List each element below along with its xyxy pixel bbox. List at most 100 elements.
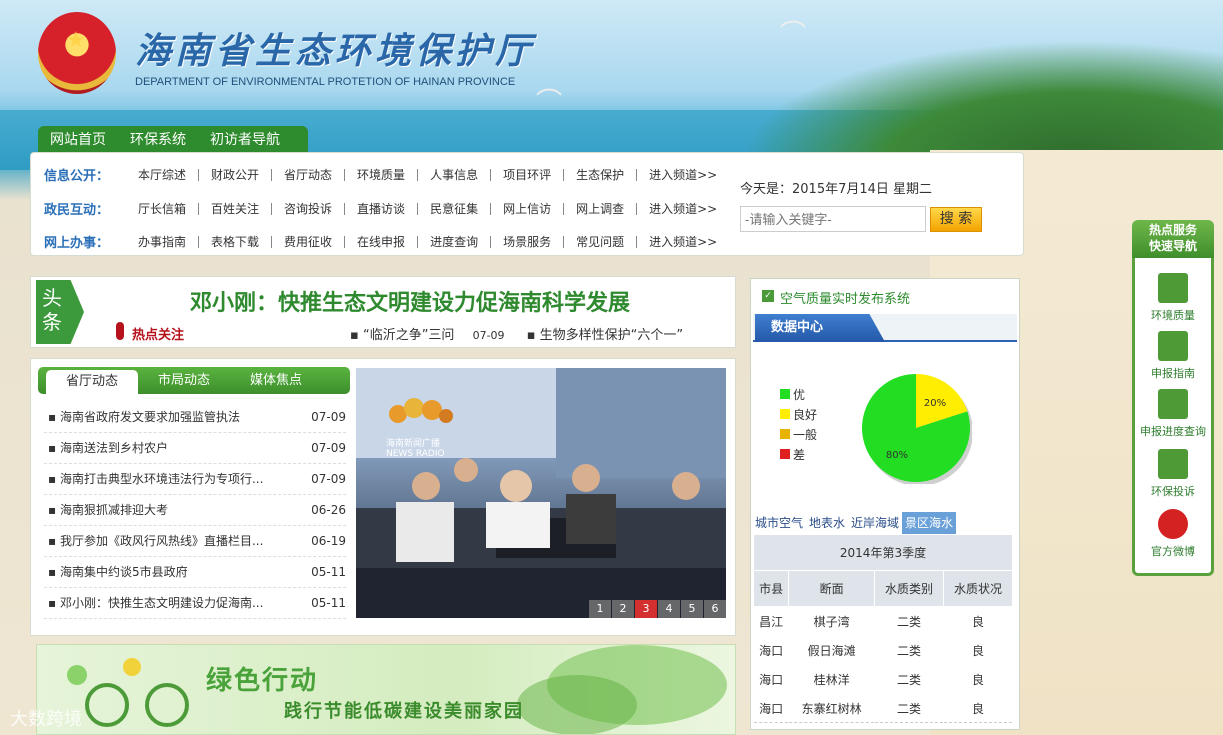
- news-title[interactable]: 邓小刚：快推生态文明建设力促海南...: [60, 596, 263, 610]
- page-6-button[interactable]: 6: [704, 600, 726, 618]
- page-5-button[interactable]: 5: [681, 600, 703, 618]
- nav-link[interactable]: 生态保护: [564, 168, 638, 181]
- legend-label: 优: [793, 387, 806, 402]
- nav-link[interactable]: 表格下载: [199, 235, 273, 248]
- water-tab[interactable]: 地表水: [806, 512, 848, 534]
- legend-item: 良好: [780, 404, 824, 424]
- nav-link[interactable]: 网上信访: [491, 202, 565, 215]
- air-quality-title[interactable]: 空气质量实时发布系统: [780, 288, 910, 307]
- nav-link[interactable]: 办事指南: [126, 235, 200, 248]
- nav-link[interactable]: 厅长信箱: [126, 202, 200, 215]
- service-item[interactable]: 申报指南: [1135, 331, 1211, 381]
- nav-row: 信息公开： 本厅综述 财政公开 省厅动态 环境质量 人事信息 项目环评 生态保护 进入频道>>: [44, 165, 729, 184]
- nav-link[interactable]: 环境质量: [345, 168, 419, 181]
- news-title[interactable]: 海南打击典型水环境违法行为专项行...: [60, 472, 263, 486]
- page-2-button[interactable]: 2: [612, 600, 634, 618]
- search-button[interactable]: 搜 索: [930, 207, 982, 232]
- service-label: 申报进度查询: [1140, 425, 1206, 438]
- service-item[interactable]: 申报进度查询: [1135, 389, 1211, 439]
- service-item[interactable]: 环境质量: [1135, 273, 1211, 323]
- news-item[interactable]: ▪ 海南打击典型水环境违法行为专项行... 07-09: [44, 464, 346, 495]
- table-cell: 东寨红树林: [788, 693, 876, 723]
- legend-label: 差: [793, 447, 806, 462]
- nav-link[interactable]: 进入频道>>: [637, 203, 729, 215]
- watermark-text: 大数跨境: [10, 709, 82, 730]
- service-label: 申报指南: [1151, 367, 1195, 380]
- nav-link[interactable]: 项目环评: [491, 168, 565, 181]
- hot-ticker: ▪ “临沂之争”三问 07-09 ▪ 生物多样性保护“六个一”: [350, 324, 710, 342]
- water-tab[interactable]: 城市空气: [752, 512, 806, 534]
- nav-link[interactable]: 进入频道>>: [637, 169, 729, 181]
- table-row: 海口 东寨红树林 二类良: [752, 693, 1013, 723]
- news-title[interactable]: 海南省政府发文要求加强监管执法: [60, 410, 240, 424]
- table-cell: 二类: [874, 635, 944, 665]
- nav-link[interactable]: 在线申报: [345, 235, 419, 248]
- news-tab-media[interactable]: 媒体焦点: [230, 367, 322, 394]
- nav-link[interactable]: 进度查询: [418, 235, 492, 248]
- nav-link[interactable]: 本厅综述: [126, 168, 200, 181]
- service-item[interactable]: 官方微博: [1135, 509, 1211, 559]
- column-header: 水质类别: [874, 570, 944, 607]
- today-date: 今天是：2015年7月14日 星期二: [740, 182, 933, 197]
- table-row: 昌江 棋子湾 二类良: [752, 606, 1013, 636]
- site-title: 海南省生态环境保护厅: [135, 30, 536, 72]
- page-3-button[interactable]: 3: [635, 600, 657, 618]
- table-cell: 海口: [752, 693, 790, 723]
- news-title[interactable]: 海南狠抓减排迎大考: [60, 503, 168, 517]
- nav-link[interactable]: 直播访谈: [345, 202, 419, 215]
- headline-title[interactable]: 邓小刚：快推生态文明建设力促海南科学发展: [110, 285, 710, 317]
- column-header: 水质状况: [943, 570, 1013, 607]
- nav-link[interactable]: 场景服务: [491, 235, 565, 248]
- table-cell: 良: [943, 635, 1013, 665]
- pie-legend: 优良好 一般差: [780, 384, 824, 470]
- tab-visitor-guide[interactable]: 初访者导航: [198, 126, 292, 154]
- nav-link[interactable]: 咨询投诉: [272, 202, 346, 215]
- news-item[interactable]: ▪ 邓小刚：快推生态文明建设力促海南... 05-11: [44, 588, 346, 619]
- pie-value-label: 20%: [924, 398, 946, 409]
- legend-label: 一般: [793, 427, 818, 442]
- nav-link[interactable]: 进入频道>>: [637, 236, 729, 248]
- nav-link[interactable]: 费用征收: [272, 235, 346, 248]
- ticker-item[interactable]: 生物多样性保护“六个一”: [540, 328, 683, 342]
- search-input[interactable]: [740, 206, 926, 232]
- photo-caption: 海南新闻广播 NEWS RADIO: [386, 439, 445, 459]
- news-tabs: 省厅动态 市局动态 媒体焦点: [38, 367, 350, 394]
- table-cell: 假日海滩: [788, 635, 876, 665]
- nav-link[interactable]: 网上调查: [564, 202, 638, 215]
- bullet-icon: ▪: [48, 596, 60, 610]
- nav-row-label: 信息公开：: [44, 169, 110, 184]
- ticker-date: 07-09: [472, 329, 505, 342]
- news-item[interactable]: ▪ 海南集中约谈5市县政府 05-11: [44, 557, 346, 588]
- service-item[interactable]: 环保投诉: [1135, 449, 1211, 499]
- quick-service-header: 热点服务 快速导航: [1132, 220, 1214, 258]
- page-1-button[interactable]: 1: [589, 600, 611, 618]
- nav-link[interactable]: 省厅动态: [272, 168, 346, 181]
- news-tab-city[interactable]: 市局动态: [138, 367, 230, 394]
- island-background: [740, 40, 1223, 160]
- water-tab[interactable]: 近岸海域: [848, 512, 902, 534]
- page-4-button[interactable]: 4: [658, 600, 680, 618]
- ticker-item[interactable]: “临沂之争”三问: [363, 328, 454, 342]
- nav-link[interactable]: 民意征集: [418, 202, 492, 215]
- news-title[interactable]: 海南集中约谈5市县政府: [60, 565, 188, 579]
- news-title[interactable]: 海南送法到乡村农户: [60, 441, 168, 455]
- nav-link[interactable]: 常见问题: [564, 235, 638, 248]
- news-item[interactable]: ▪ 海南省政府发文要求加强监管执法 07-09: [44, 402, 346, 433]
- table-row: 海口 假日海滩 二类良: [752, 635, 1013, 665]
- news-item[interactable]: ▪ 海南送法到乡村农户 07-09: [44, 433, 346, 464]
- news-item[interactable]: ▪ 海南狠抓减排迎大考 06-26: [44, 495, 346, 526]
- news-list: ▪ 海南省政府发文要求加强监管执法 07-09 ▪ 海南送法到乡村农户 07-09 ▪ …: [44, 402, 346, 619]
- nav-link[interactable]: 百姓关注: [199, 202, 273, 215]
- water-tab[interactable]: 景区海水: [902, 512, 957, 534]
- seagull-icon: ⌒: [536, 88, 563, 118]
- news-item[interactable]: ▪ 我厅参加《政风行风热线》直播栏目... 06-19: [44, 526, 346, 557]
- tab-env-system[interactable]: 环保系统: [118, 126, 198, 154]
- nav-link[interactable]: 财政公开: [199, 168, 273, 181]
- nav-link[interactable]: 人事信息: [418, 168, 492, 181]
- news-tab-dept[interactable]: 省厅动态: [46, 370, 138, 394]
- banner-title: 绿色行动: [206, 666, 319, 696]
- news-date: 07-09: [311, 441, 346, 455]
- news-title[interactable]: 我厅参加《政风行风热线》直播栏目...: [60, 534, 263, 548]
- tab-home[interactable]: 网站首页: [38, 126, 118, 154]
- legend-item: 优: [780, 384, 824, 404]
